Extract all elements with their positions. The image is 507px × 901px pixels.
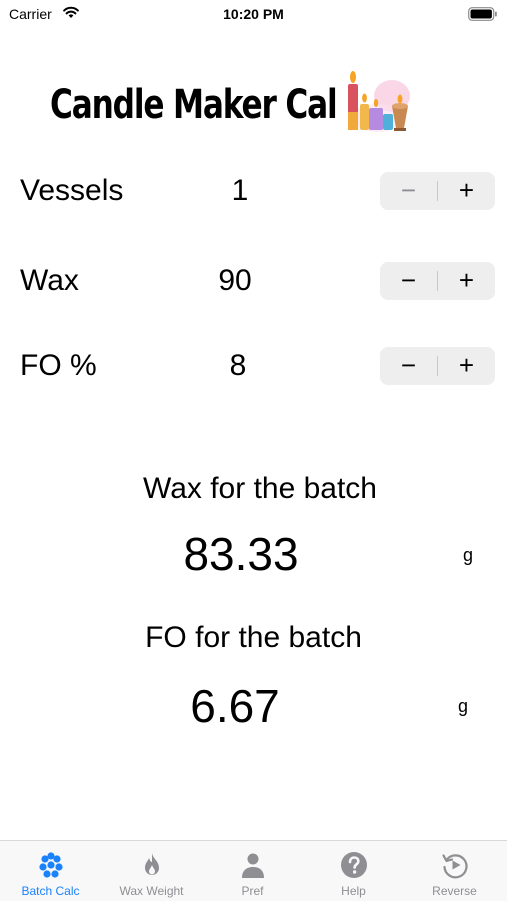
person-icon [242, 853, 264, 878]
wax-row: Wax 90 − + [0, 258, 507, 302]
tab-help[interactable]: Help [303, 841, 404, 901]
tab-help-label: Help [341, 884, 366, 898]
tab-wax-weight[interactable]: Wax Weight [101, 841, 202, 901]
reverse-icon [442, 854, 468, 879]
vessels-increment-button[interactable]: + [438, 172, 495, 210]
tab-batch-calc[interactable]: Batch Calc [0, 841, 101, 901]
wax-batch-unit: g [463, 545, 474, 565]
fo-batch-unit: g [458, 696, 469, 716]
fo-percent-row: FO % 8 − + [0, 343, 507, 387]
fo-percent-decrement-button[interactable]: − [380, 347, 437, 385]
battery-icon [468, 7, 497, 21]
flame-icon [145, 853, 159, 875]
tab-reverse[interactable]: Reverse [404, 841, 505, 901]
tab-reverse-label: Reverse [432, 884, 477, 898]
candles-logo-icon [348, 71, 410, 132]
vessels-row: Vessels 1 − + [0, 168, 507, 212]
app-title: Candle Maker Cal [50, 82, 338, 128]
vessels-stepper[interactable]: − + [380, 172, 495, 210]
vessels-label: Vessels [20, 174, 124, 207]
time-label: 10:20 PM [223, 6, 284, 22]
tab-wax-weight-label: Wax Weight [119, 884, 184, 898]
tab-bar: Batch Calc Wax Weight Pref Help Reverse [0, 840, 507, 901]
fo-percent-increment-button[interactable]: + [438, 347, 495, 385]
wax-value: 90 [218, 264, 252, 297]
fo-batch-value: 6.67 [190, 680, 280, 732]
wax-batch-value: 83.33 [183, 528, 299, 580]
question-icon [341, 852, 367, 878]
vessels-decrement-button[interactable]: − [380, 172, 437, 210]
wax-stepper[interactable]: − + [380, 262, 495, 300]
tab-pref-label: Pref [241, 884, 264, 898]
tab-batch-calc-label: Batch Calc [21, 884, 80, 898]
wax-batch-label: Wax for the batch [143, 472, 377, 505]
fo-percent-value: 8 [229, 349, 247, 382]
fo-percent-label: FO % [20, 349, 97, 382]
tab-pref[interactable]: Pref [202, 841, 303, 901]
status-bar: Carrier 10:20 PM [0, 0, 507, 30]
vessels-value: 1 [231, 174, 249, 207]
wax-decrement-button[interactable]: − [380, 262, 437, 300]
wax-label: Wax [20, 264, 79, 297]
fo-batch-label: FO for the batch [145, 621, 362, 654]
batch-calc-icon [39, 852, 63, 878]
wax-increment-button[interactable]: + [438, 262, 495, 300]
fo-percent-stepper[interactable]: − + [380, 347, 495, 385]
